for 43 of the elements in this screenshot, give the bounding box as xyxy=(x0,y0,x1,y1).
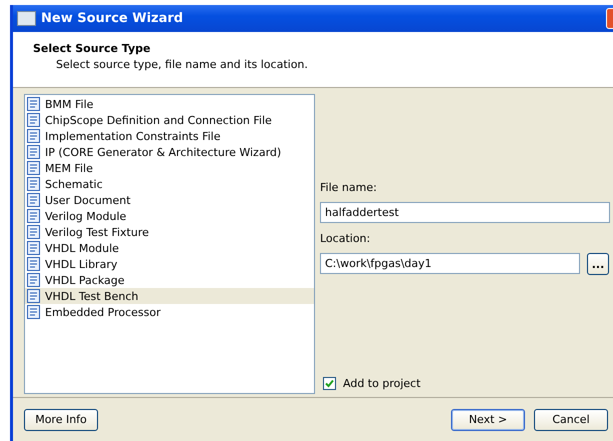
file-icon xyxy=(27,241,40,255)
file-icon xyxy=(27,273,40,287)
source-type-item[interactable]: MEM File xyxy=(25,160,314,176)
cancel-button[interactable]: Cancel xyxy=(534,408,608,430)
page-subtitle: Select source type, file name and its location. xyxy=(55,58,309,71)
source-type-item[interactable]: VHDL Library xyxy=(25,256,314,272)
source-type-item[interactable]: BMM File xyxy=(25,96,314,112)
file-icon xyxy=(27,129,40,143)
browse-button[interactable]: ... xyxy=(587,253,609,275)
source-type-item[interactable]: User Document xyxy=(25,192,314,208)
field-label: File name: xyxy=(320,181,378,194)
field-label: Location: xyxy=(320,232,372,245)
file-icon xyxy=(27,161,40,175)
source-type-item[interactable]: Implementation Constraints File xyxy=(25,128,314,144)
file-icon xyxy=(27,177,40,191)
source-type-item[interactable]: VHDL Package xyxy=(25,272,314,288)
checkbox[interactable] xyxy=(323,377,336,390)
source-type-item[interactable]: IP (CORE Generator & Architecture Wizard) xyxy=(25,144,314,160)
checkbox-label: Add to project xyxy=(343,377,421,390)
file-icon xyxy=(27,97,40,111)
file-icon xyxy=(27,209,40,223)
check-icon xyxy=(325,379,334,388)
file-icon xyxy=(27,113,40,127)
source-type-item[interactable]: Schematic xyxy=(25,176,314,192)
more-info-button[interactable]: More Info xyxy=(24,408,98,430)
source-type-item[interactable]: Embedded Processor xyxy=(25,304,314,320)
source-type-item[interactable]: VHDL Test Bench xyxy=(25,288,314,304)
source-type-item[interactable]: ChipScope Definition and Connection File xyxy=(25,112,314,128)
app-logo-icon xyxy=(17,11,36,26)
page-title: Select Source Type xyxy=(33,42,152,55)
window-title: New Source Wizard xyxy=(41,11,184,26)
file-name-field[interactable]: halfaddertest xyxy=(320,202,610,223)
source-type-item[interactable]: Verilog Test Fixture xyxy=(25,224,314,240)
source-type-item[interactable]: VHDL Module xyxy=(25,240,314,256)
source-type-item[interactable]: Verilog Module xyxy=(25,208,314,224)
file-icon xyxy=(27,305,40,319)
next-button[interactable]: Next > xyxy=(451,408,525,430)
file-icon xyxy=(27,289,40,303)
file-icon xyxy=(27,145,40,159)
file-icon xyxy=(27,257,40,271)
file-icon xyxy=(27,225,40,239)
location-field[interactable]: C:\work\fpgas\day1 xyxy=(320,253,580,274)
file-icon xyxy=(27,193,40,207)
